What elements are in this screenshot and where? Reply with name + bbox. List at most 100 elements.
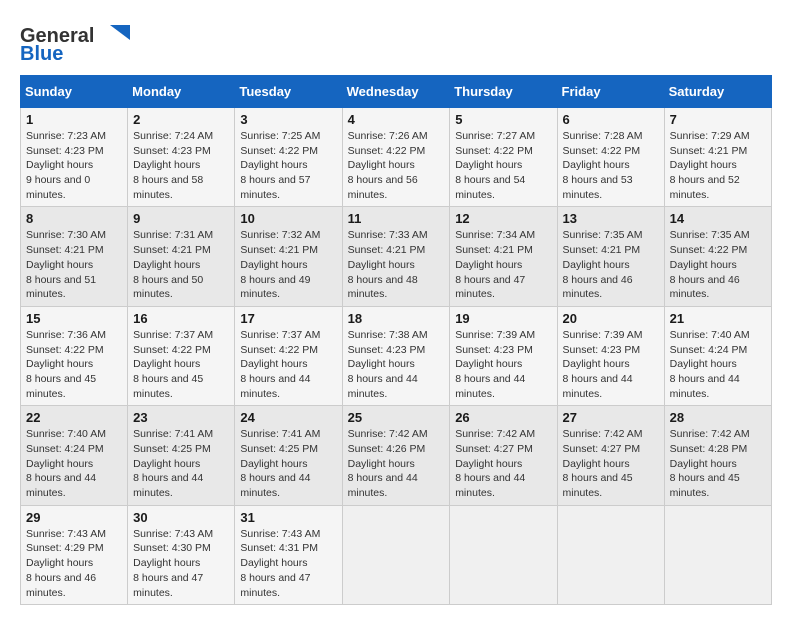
day-info: Sunrise: 7:41 AM Sunset: 4:25 PM Dayligh… [133,427,229,500]
day-info: Sunrise: 7:37 AM Sunset: 4:22 PM Dayligh… [240,328,336,401]
day-number: 20 [563,311,659,326]
day-number: 3 [240,112,336,127]
day-info: Sunrise: 7:23 AM Sunset: 4:23 PM Dayligh… [26,129,122,202]
calendar-day-cell: 18 Sunrise: 7:38 AM Sunset: 4:23 PM Dayl… [342,306,450,405]
day-number: 13 [563,211,659,226]
day-info: Sunrise: 7:37 AM Sunset: 4:22 PM Dayligh… [133,328,229,401]
day-number: 12 [455,211,551,226]
calendar-day-cell: 1 Sunrise: 7:23 AM Sunset: 4:23 PM Dayli… [21,108,128,207]
day-info: Sunrise: 7:27 AM Sunset: 4:22 PM Dayligh… [455,129,551,202]
calendar-week-row: 29 Sunrise: 7:43 AM Sunset: 4:29 PM Dayl… [21,505,772,604]
day-number: 4 [348,112,445,127]
day-number: 26 [455,410,551,425]
day-info: Sunrise: 7:36 AM Sunset: 4:22 PM Dayligh… [26,328,122,401]
weekday-header-row: SundayMondayTuesdayWednesdayThursdayFrid… [21,76,772,108]
day-info: Sunrise: 7:39 AM Sunset: 4:23 PM Dayligh… [563,328,659,401]
day-info: Sunrise: 7:32 AM Sunset: 4:21 PM Dayligh… [240,228,336,301]
calendar-day-cell: 10 Sunrise: 7:32 AM Sunset: 4:21 PM Dayl… [235,207,342,306]
calendar-day-cell: 27 Sunrise: 7:42 AM Sunset: 4:27 PM Dayl… [557,406,664,505]
day-number: 30 [133,510,229,525]
day-info: Sunrise: 7:42 AM Sunset: 4:26 PM Dayligh… [348,427,445,500]
calendar-week-row: 15 Sunrise: 7:36 AM Sunset: 4:22 PM Dayl… [21,306,772,405]
day-info: Sunrise: 7:43 AM Sunset: 4:30 PM Dayligh… [133,527,229,600]
calendar-day-cell: 17 Sunrise: 7:37 AM Sunset: 4:22 PM Dayl… [235,306,342,405]
day-number: 8 [26,211,122,226]
page-header: General Blue [20,20,772,65]
logo-icon: General Blue [20,20,130,65]
day-info: Sunrise: 7:30 AM Sunset: 4:21 PM Dayligh… [26,228,122,301]
day-number: 24 [240,410,336,425]
day-info: Sunrise: 7:29 AM Sunset: 4:21 PM Dayligh… [670,129,766,202]
calendar-day-cell: 22 Sunrise: 7:40 AM Sunset: 4:24 PM Dayl… [21,406,128,505]
weekday-header-cell: Wednesday [342,76,450,108]
day-number: 2 [133,112,229,127]
weekday-header-cell: Saturday [664,76,771,108]
day-info: Sunrise: 7:35 AM Sunset: 4:22 PM Dayligh… [670,228,766,301]
day-info: Sunrise: 7:41 AM Sunset: 4:25 PM Dayligh… [240,427,336,500]
day-number: 18 [348,311,445,326]
calendar-day-cell [342,505,450,604]
calendar-day-cell: 4 Sunrise: 7:26 AM Sunset: 4:22 PM Dayli… [342,108,450,207]
day-number: 7 [670,112,766,127]
calendar-table: SundayMondayTuesdayWednesdayThursdayFrid… [20,75,772,605]
day-info: Sunrise: 7:43 AM Sunset: 4:29 PM Dayligh… [26,527,122,600]
calendar-day-cell: 5 Sunrise: 7:27 AM Sunset: 4:22 PM Dayli… [450,108,557,207]
day-number: 14 [670,211,766,226]
day-number: 9 [133,211,229,226]
day-number: 6 [563,112,659,127]
calendar-week-row: 22 Sunrise: 7:40 AM Sunset: 4:24 PM Dayl… [21,406,772,505]
day-info: Sunrise: 7:31 AM Sunset: 4:21 PM Dayligh… [133,228,229,301]
calendar-day-cell: 12 Sunrise: 7:34 AM Sunset: 4:21 PM Dayl… [450,207,557,306]
svg-text:Blue: Blue [20,43,63,65]
day-info: Sunrise: 7:43 AM Sunset: 4:31 PM Dayligh… [240,527,336,600]
day-info: Sunrise: 7:25 AM Sunset: 4:22 PM Dayligh… [240,129,336,202]
day-number: 28 [670,410,766,425]
day-info: Sunrise: 7:42 AM Sunset: 4:27 PM Dayligh… [563,427,659,500]
weekday-header-cell: Sunday [21,76,128,108]
calendar-day-cell: 28 Sunrise: 7:42 AM Sunset: 4:28 PM Dayl… [664,406,771,505]
logo: General Blue [20,20,130,65]
calendar-day-cell: 13 Sunrise: 7:35 AM Sunset: 4:21 PM Dayl… [557,207,664,306]
calendar-day-cell: 7 Sunrise: 7:29 AM Sunset: 4:21 PM Dayli… [664,108,771,207]
weekday-header-cell: Friday [557,76,664,108]
calendar-day-cell: 8 Sunrise: 7:30 AM Sunset: 4:21 PM Dayli… [21,207,128,306]
calendar-day-cell: 21 Sunrise: 7:40 AM Sunset: 4:24 PM Dayl… [664,306,771,405]
day-info: Sunrise: 7:42 AM Sunset: 4:28 PM Dayligh… [670,427,766,500]
calendar-day-cell [450,505,557,604]
day-info: Sunrise: 7:40 AM Sunset: 4:24 PM Dayligh… [26,427,122,500]
day-number: 16 [133,311,229,326]
day-info: Sunrise: 7:39 AM Sunset: 4:23 PM Dayligh… [455,328,551,401]
day-number: 29 [26,510,122,525]
day-info: Sunrise: 7:38 AM Sunset: 4:23 PM Dayligh… [348,328,445,401]
calendar-day-cell: 31 Sunrise: 7:43 AM Sunset: 4:31 PM Dayl… [235,505,342,604]
calendar-day-cell: 11 Sunrise: 7:33 AM Sunset: 4:21 PM Dayl… [342,207,450,306]
weekday-header-cell: Thursday [450,76,557,108]
calendar-day-cell: 24 Sunrise: 7:41 AM Sunset: 4:25 PM Dayl… [235,406,342,505]
day-number: 27 [563,410,659,425]
day-info: Sunrise: 7:34 AM Sunset: 4:21 PM Dayligh… [455,228,551,301]
day-info: Sunrise: 7:28 AM Sunset: 4:22 PM Dayligh… [563,129,659,202]
day-info: Sunrise: 7:35 AM Sunset: 4:21 PM Dayligh… [563,228,659,301]
weekday-header-cell: Tuesday [235,76,342,108]
calendar-day-cell: 30 Sunrise: 7:43 AM Sunset: 4:30 PM Dayl… [128,505,235,604]
day-number: 11 [348,211,445,226]
day-number: 5 [455,112,551,127]
day-number: 17 [240,311,336,326]
calendar-day-cell: 25 Sunrise: 7:42 AM Sunset: 4:26 PM Dayl… [342,406,450,505]
day-number: 15 [26,311,122,326]
day-number: 31 [240,510,336,525]
calendar-day-cell: 20 Sunrise: 7:39 AM Sunset: 4:23 PM Dayl… [557,306,664,405]
calendar-day-cell: 29 Sunrise: 7:43 AM Sunset: 4:29 PM Dayl… [21,505,128,604]
calendar-day-cell: 19 Sunrise: 7:39 AM Sunset: 4:23 PM Dayl… [450,306,557,405]
day-number: 1 [26,112,122,127]
calendar-day-cell: 9 Sunrise: 7:31 AM Sunset: 4:21 PM Dayli… [128,207,235,306]
calendar-day-cell: 6 Sunrise: 7:28 AM Sunset: 4:22 PM Dayli… [557,108,664,207]
day-number: 25 [348,410,445,425]
calendar-day-cell: 14 Sunrise: 7:35 AM Sunset: 4:22 PM Dayl… [664,207,771,306]
day-number: 23 [133,410,229,425]
day-info: Sunrise: 7:40 AM Sunset: 4:24 PM Dayligh… [670,328,766,401]
calendar-day-cell: 23 Sunrise: 7:41 AM Sunset: 4:25 PM Dayl… [128,406,235,505]
calendar-day-cell: 3 Sunrise: 7:25 AM Sunset: 4:22 PM Dayli… [235,108,342,207]
day-number: 10 [240,211,336,226]
day-number: 22 [26,410,122,425]
